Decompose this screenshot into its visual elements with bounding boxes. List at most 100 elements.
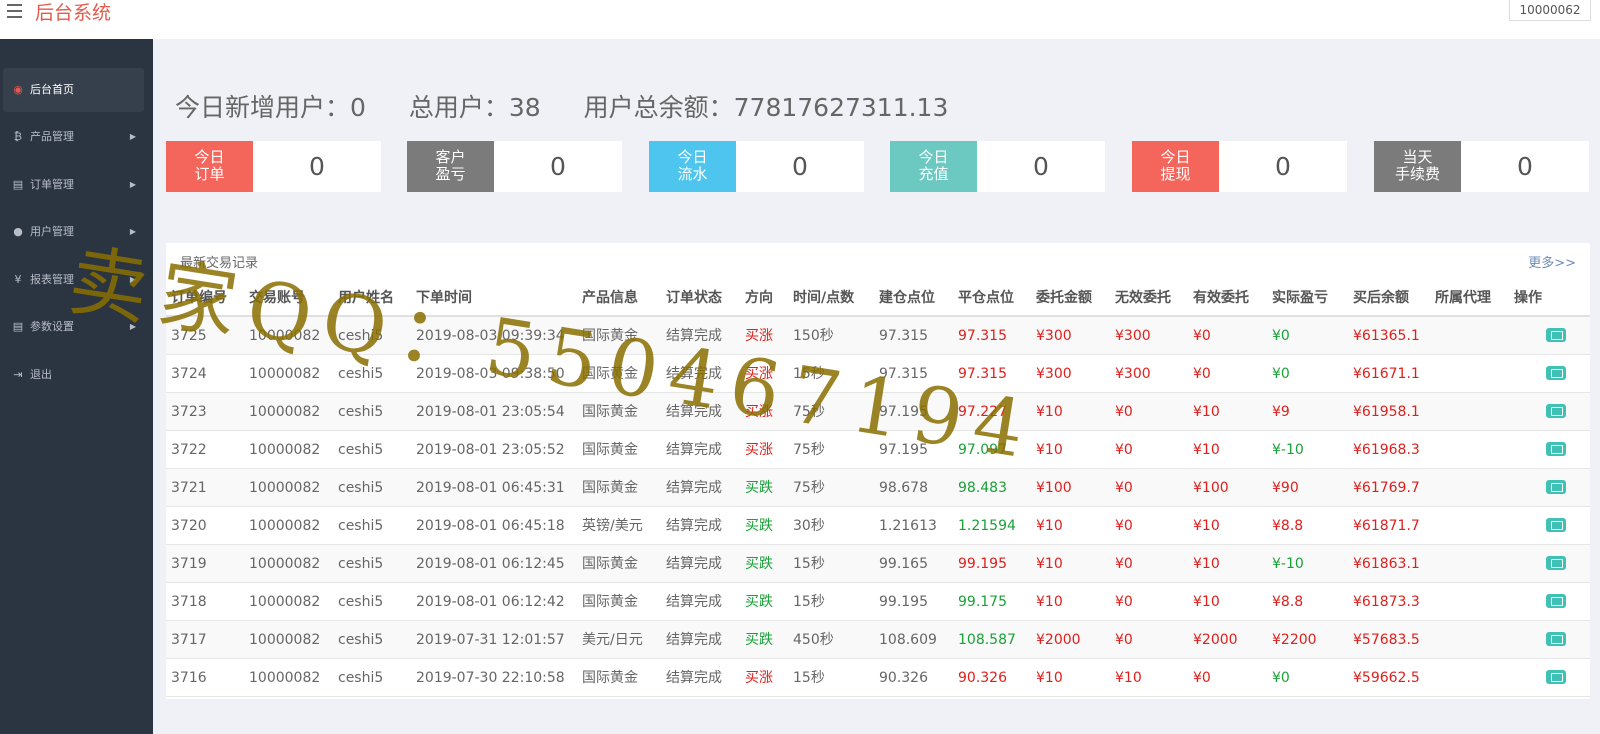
table-row: 3719 10000082 ceshi5 2019-08-01 06:12:45 国际黄… bbox=[166, 545, 1590, 583]
table-row: 3721 10000082 ceshi5 2019-08-01 06:45:31 国际黄… bbox=[166, 469, 1590, 507]
table-cell: ¥0 bbox=[1272, 670, 1290, 686]
stat-card-label-line: 当天 bbox=[1402, 148, 1433, 166]
table-cell: 97.195 bbox=[879, 404, 928, 420]
table-cell: 75秒 bbox=[793, 404, 825, 420]
table-cell: ¥10 bbox=[1193, 556, 1220, 572]
sidebar-item[interactable]: ¥ 报表管理 ▶ bbox=[3, 258, 144, 302]
table-cell: 97.315 bbox=[958, 328, 1007, 344]
table-cell: ceshi5 bbox=[338, 366, 384, 382]
table-cell: ¥61365.1 bbox=[1353, 328, 1420, 344]
column-header: 操作 bbox=[1514, 290, 1542, 306]
table-header: 订单编号 交易账号 用户姓名 下单时间 产品信息 订单状态 方向 时间/点数 建仓点位 平仓点位 委… bbox=[166, 279, 1590, 317]
stat-card-label-line: 今日 bbox=[1160, 148, 1191, 166]
sidebar-item[interactable]: ● 用户管理 ▶ bbox=[3, 210, 144, 254]
table-cell: 15秒 bbox=[793, 366, 825, 382]
table-cell: ceshi5 bbox=[338, 404, 384, 420]
new-users-stat: 今日新增用户：0 bbox=[175, 93, 366, 122]
table-cell: 2019-08-01 06:12:45 bbox=[416, 556, 565, 572]
table-cell: 15秒 bbox=[793, 556, 825, 572]
view-order-button[interactable] bbox=[1546, 480, 1566, 494]
table-cell: 15秒 bbox=[793, 670, 825, 686]
table-cell: ceshi5 bbox=[338, 480, 384, 496]
table-row: 3716 10000082 ceshi5 2019-07-30 22:10:58 国际黄… bbox=[166, 659, 1590, 697]
column-header: 订单状态 bbox=[666, 290, 722, 306]
table-cell: ceshi5 bbox=[338, 632, 384, 648]
caret-right-icon: ▶ bbox=[129, 275, 136, 284]
column-header: 所属代理 bbox=[1435, 290, 1491, 306]
table-cell: 75秒 bbox=[793, 442, 825, 458]
table-cell: ¥0 bbox=[1115, 556, 1133, 572]
table-cell: 10000082 bbox=[249, 670, 321, 686]
table-cell: ¥0 bbox=[1115, 518, 1133, 534]
user-account-dropdown[interactable]: 10000062 bbox=[1509, 0, 1591, 21]
table-cell: 10000082 bbox=[249, 594, 321, 610]
table-cell: ¥10 bbox=[1036, 404, 1063, 420]
view-order-button[interactable] bbox=[1546, 594, 1566, 608]
sidebar-item-label: 报表管理 bbox=[30, 273, 74, 286]
sidebar-item[interactable]: ▤ 参数设置 ▶ bbox=[3, 305, 144, 349]
table-cell: 2019-08-03 09:39:34 bbox=[416, 328, 565, 344]
sidebar-item[interactable]: ₿ 产品管理 ▶ bbox=[3, 115, 144, 159]
table-cell: 买跌 bbox=[745, 556, 773, 572]
bitcoin-icon: ₿ bbox=[13, 130, 23, 143]
table-cell: ¥-10 bbox=[1272, 442, 1304, 458]
column-header: 交易账号 bbox=[249, 290, 305, 306]
column-header: 平仓点位 bbox=[958, 290, 1014, 306]
sidebar-item[interactable]: ▤ 订单管理 ▶ bbox=[3, 163, 144, 207]
table-cell: 97.315 bbox=[879, 366, 928, 382]
table-cell: 97.195 bbox=[879, 442, 928, 458]
table-cell: 3720 bbox=[171, 518, 207, 534]
table-cell: 3725 bbox=[171, 328, 207, 344]
table-cell: 75秒 bbox=[793, 480, 825, 496]
table-cell: ¥61863.1 bbox=[1353, 556, 1420, 572]
view-order-button[interactable] bbox=[1546, 632, 1566, 646]
table-cell: 3718 bbox=[171, 594, 207, 610]
sidebar-item[interactable]: ⇥ 退出 bbox=[3, 353, 144, 397]
table-cell: 10000082 bbox=[249, 518, 321, 534]
table-cell: 3719 bbox=[171, 556, 207, 572]
table-cell: ¥10 bbox=[1036, 518, 1063, 534]
table-cell: ¥300 bbox=[1115, 366, 1151, 382]
sidebar-item-label: 后台首页 bbox=[30, 83, 74, 96]
table-cell: 国际黄金 bbox=[582, 404, 638, 420]
sidebar-item-label: 参数设置 bbox=[30, 320, 74, 333]
user-icon: ● bbox=[13, 225, 23, 238]
top-bar: 后台系统 10000062 bbox=[0, 0, 1600, 39]
stat-card-label-line: 客户 bbox=[435, 148, 466, 166]
view-order-button[interactable] bbox=[1546, 518, 1566, 532]
table-row: 3723 10000082 ceshi5 2019-08-01 23:05:54 国际黄… bbox=[166, 393, 1590, 431]
view-order-button[interactable] bbox=[1546, 328, 1566, 342]
table-cell: ¥0 bbox=[1115, 442, 1133, 458]
menu-icon[interactable] bbox=[7, 4, 22, 18]
sidebar-item[interactable]: ◉ 后台首页 bbox=[3, 68, 144, 112]
table-cell: ¥10 bbox=[1036, 442, 1063, 458]
table-cell: 99.175 bbox=[958, 594, 1007, 610]
table-cell: 买跌 bbox=[745, 594, 773, 610]
view-order-button[interactable] bbox=[1546, 556, 1566, 570]
view-order-button[interactable] bbox=[1546, 404, 1566, 418]
table-cell: 2019-07-31 12:01:57 bbox=[416, 632, 565, 648]
table-cell: 2019-08-01 06:12:42 bbox=[416, 594, 565, 610]
stat-card-label-line: 手续费 bbox=[1394, 165, 1440, 183]
table-cell: 结算完成 bbox=[666, 556, 722, 572]
sidebar-item-label: 订单管理 bbox=[30, 178, 74, 191]
view-order-button[interactable] bbox=[1546, 366, 1566, 380]
table-cell: 99.195 bbox=[958, 556, 1007, 572]
table-cell: 108.587 bbox=[958, 632, 1016, 648]
panel-title: 最新交易记录 bbox=[180, 256, 259, 271]
sidebar-item-label: 退出 bbox=[30, 368, 52, 381]
table-cell: 结算完成 bbox=[666, 632, 722, 648]
table-cell: 买跌 bbox=[745, 480, 773, 496]
more-link[interactable]: 更多>> bbox=[1528, 252, 1576, 271]
caret-right-icon: ▶ bbox=[129, 227, 136, 236]
table-cell: ¥0 bbox=[1193, 670, 1211, 686]
table-cell: ¥10 bbox=[1193, 518, 1220, 534]
table-cell: ¥10 bbox=[1036, 670, 1063, 686]
stat-card-label: 客户 盈亏 bbox=[407, 141, 494, 192]
view-order-button[interactable] bbox=[1546, 442, 1566, 456]
table-cell: 2019-08-01 23:05:54 bbox=[416, 404, 565, 420]
view-order-button[interactable] bbox=[1546, 670, 1566, 684]
table-cell: ¥0 bbox=[1193, 366, 1211, 382]
table-cell: ¥10 bbox=[1115, 670, 1142, 686]
summary-stats: 今日新增用户：0 总用户：38 用户总余额：77817627311.13 bbox=[175, 92, 983, 124]
